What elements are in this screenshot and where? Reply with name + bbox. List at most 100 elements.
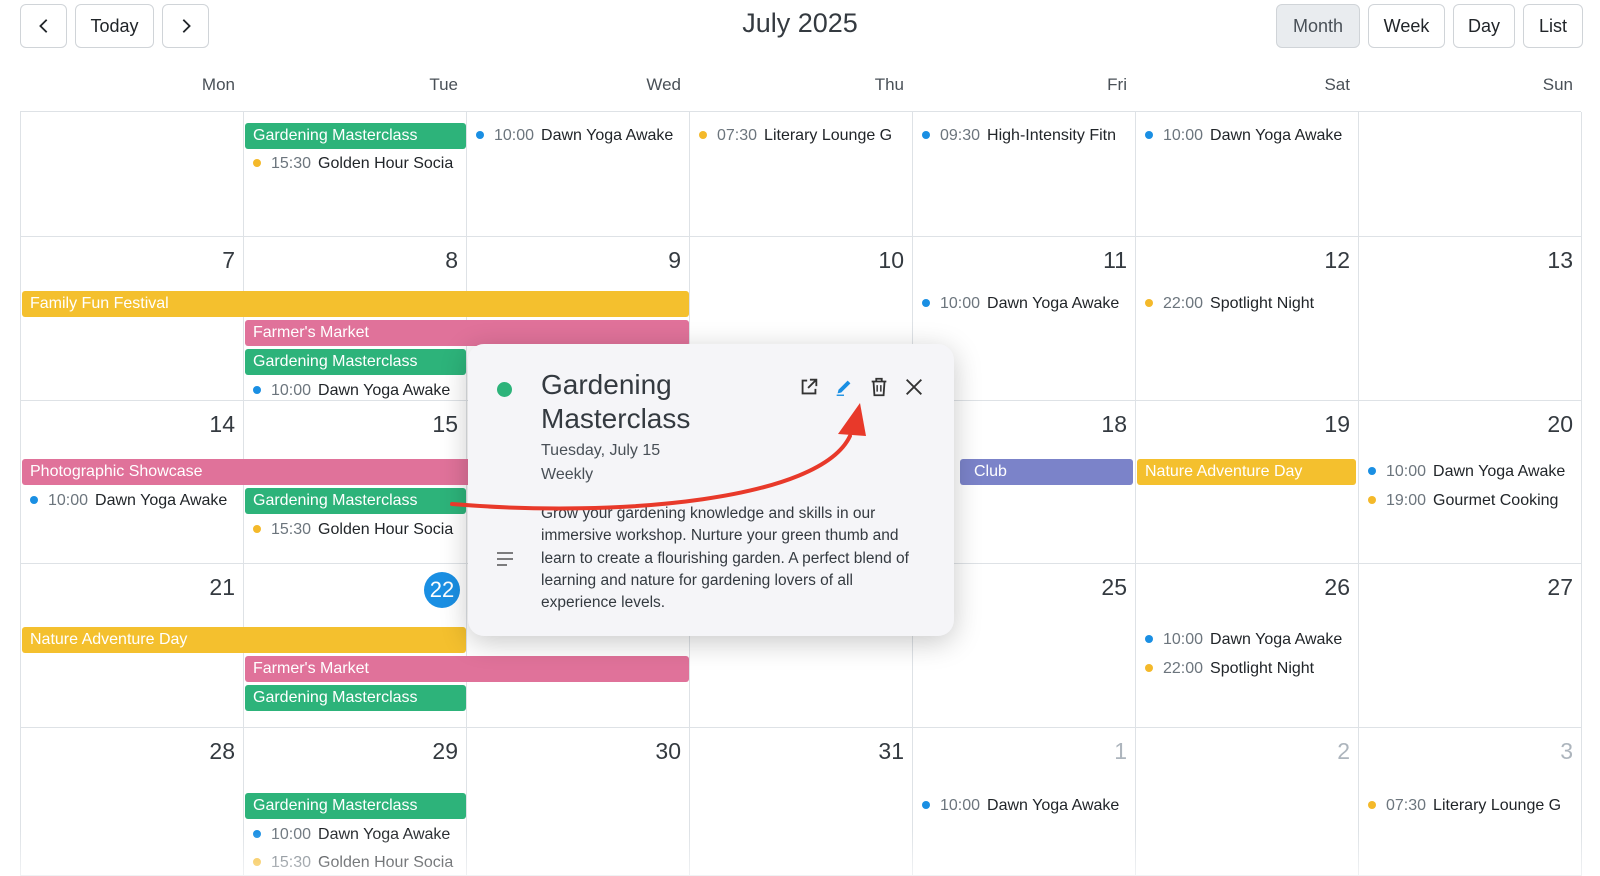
weekday-mon: Mon xyxy=(201,75,235,94)
event-item[interactable]: 15:30 Golden Hour Socia xyxy=(245,151,461,177)
event-item[interactable]: 19:00 Gourmet Cooking xyxy=(1360,488,1579,514)
day-cell[interactable]: 2 xyxy=(1136,728,1359,876)
event-item[interactable]: 10:00 Dawn Yoga Awake xyxy=(245,378,461,404)
event-bar[interactable]: Gardening Masterclass xyxy=(245,685,466,711)
event-time: 07:30 xyxy=(1386,797,1427,814)
day-number[interactable]: 1 xyxy=(1114,738,1127,765)
event-item[interactable]: 10:00 Dawn Yoga Awake xyxy=(468,123,684,149)
view-week-button[interactable]: Week xyxy=(1368,4,1445,48)
event-time: 10:00 xyxy=(1386,463,1427,480)
event-popover: Gardening Masterclass Tuesday, July 15 W… xyxy=(468,344,954,636)
event-bar-selected[interactable]: Gardening Masterclass xyxy=(245,488,466,514)
day-number[interactable]: 18 xyxy=(1101,411,1127,438)
next-button[interactable] xyxy=(162,4,209,48)
event-item[interactable]: 10:00 Dawn Yoga Awake xyxy=(1360,459,1579,485)
day-number[interactable]: 2 xyxy=(1337,738,1350,765)
day-number[interactable]: 28 xyxy=(209,738,235,765)
day-number[interactable]: 14 xyxy=(209,411,235,438)
popover-date: Tuesday, July 15 xyxy=(541,442,661,459)
event-item[interactable]: 10:00 Dawn Yoga Awake xyxy=(1137,123,1353,149)
close-icon[interactable] xyxy=(901,374,927,400)
event-item[interactable]: 10:00 Dawn Yoga Awake xyxy=(914,793,1130,819)
event-title: Dawn Yoga Awake xyxy=(1210,631,1343,648)
event-item[interactable]: 10:00 Dawn Yoga Awake xyxy=(914,291,1130,317)
day-number[interactable]: 31 xyxy=(878,738,904,765)
day-number[interactable]: 26 xyxy=(1324,574,1350,601)
day-number[interactable]: 25 xyxy=(1101,574,1127,601)
event-color-dot xyxy=(497,382,512,397)
day-number[interactable]: 10 xyxy=(878,247,904,274)
event-dot xyxy=(922,130,930,139)
day-cell[interactable]: 7 xyxy=(21,237,244,401)
weekday-sat: Sat xyxy=(1324,75,1350,94)
event-item[interactable]: 09:30 High-Intensity Fitn xyxy=(914,123,1130,149)
day-cell[interactable]: 30 xyxy=(467,728,690,876)
view-day-button[interactable]: Day xyxy=(1453,4,1515,48)
view-list-button[interactable]: List xyxy=(1523,4,1583,48)
today-badge[interactable]: 22 xyxy=(424,572,460,608)
day-number[interactable]: 20 xyxy=(1547,411,1573,438)
day-number[interactable]: 27 xyxy=(1547,574,1573,601)
prev-button[interactable] xyxy=(20,4,67,48)
event-title: Literary Lounge G xyxy=(1433,797,1562,814)
day-number[interactable]: 7 xyxy=(222,247,235,274)
event-dot xyxy=(1368,466,1376,475)
event-title: Golden Hour Socia xyxy=(318,155,454,172)
event-title: Spotlight Night xyxy=(1210,660,1315,677)
description-icon xyxy=(497,552,513,566)
event-item[interactable]: 22:00 Spotlight Night xyxy=(1137,291,1353,317)
day-cell[interactable]: 31 xyxy=(690,728,913,876)
day-number[interactable]: 12 xyxy=(1324,247,1350,274)
day-number[interactable]: 19 xyxy=(1324,411,1350,438)
event-item[interactable]: 07:30 Literary Lounge G xyxy=(691,123,907,149)
trash-icon[interactable] xyxy=(866,374,892,400)
event-bar[interactable]: Photographic Showcase xyxy=(22,459,542,485)
weekday-thu: Thu xyxy=(874,75,904,94)
event-bar[interactable]: Club xyxy=(960,459,1133,485)
event-item[interactable]: 22:00 Spotlight Night xyxy=(1137,656,1353,682)
day-cell[interactable]: 13 xyxy=(1359,237,1582,401)
day-number[interactable]: 3 xyxy=(1560,738,1573,765)
event-bar[interactable]: Gardening Masterclass xyxy=(245,793,466,819)
event-title: High-Intensity Fitn xyxy=(987,127,1116,144)
event-dot xyxy=(1368,800,1376,809)
event-item[interactable]: 15:30 Golden Hour Socia xyxy=(245,517,461,543)
open-external-icon[interactable] xyxy=(796,374,822,400)
day-number[interactable]: 13 xyxy=(1547,247,1573,274)
day-number[interactable]: 9 xyxy=(668,247,681,274)
event-bar[interactable]: Farmer's Market xyxy=(245,320,689,346)
event-item[interactable]: 15:30 Golden Hour Socia xyxy=(245,850,461,876)
event-title: Dawn Yoga Awake xyxy=(318,382,451,399)
event-bar[interactable]: Farmer's Market xyxy=(245,656,689,682)
day-cell[interactable]: 8 xyxy=(244,237,467,401)
today-button[interactable]: Today xyxy=(75,4,154,48)
day-number[interactable]: 21 xyxy=(209,574,235,601)
day-cell[interactable]: 28 xyxy=(21,728,244,876)
event-time: 10:00 xyxy=(271,826,312,843)
event-bar[interactable]: Family Fun Festival xyxy=(22,291,689,317)
day-number[interactable]: 8 xyxy=(445,247,458,274)
event-time: 22:00 xyxy=(1163,295,1204,312)
event-time: 10:00 xyxy=(940,797,981,814)
event-bar[interactable]: Gardening Masterclass xyxy=(245,123,466,149)
event-bar[interactable]: Nature Adventure Day xyxy=(22,627,466,653)
weekday-sun: Sun xyxy=(1542,75,1573,94)
day-cell[interactable]: 12 xyxy=(1136,237,1359,401)
event-item[interactable]: 10:00 Dawn Yoga Awake xyxy=(245,822,461,848)
event-item[interactable]: 10:00 Dawn Yoga Awake xyxy=(1137,627,1353,653)
view-month-button[interactable]: Month xyxy=(1276,4,1360,48)
day-number[interactable]: 30 xyxy=(655,738,681,765)
day-cell[interactable] xyxy=(1359,112,1582,237)
event-bar[interactable]: Nature Adventure Day xyxy=(1137,459,1356,485)
day-number[interactable]: 29 xyxy=(432,738,458,765)
day-cell[interactable] xyxy=(21,112,244,237)
day-number[interactable]: 15 xyxy=(432,411,458,438)
event-bar[interactable]: Gardening Masterclass xyxy=(245,349,466,375)
edit-icon[interactable] xyxy=(831,374,857,400)
event-dot xyxy=(253,829,261,838)
day-cell[interactable]: 27 xyxy=(1359,564,1582,728)
event-item[interactable]: 10:00 Dawn Yoga Awake xyxy=(22,488,240,514)
day-number[interactable]: 11 xyxy=(1103,247,1127,274)
event-item[interactable]: 07:30 Literary Lounge G xyxy=(1360,793,1579,819)
event-time: 10:00 xyxy=(940,295,981,312)
